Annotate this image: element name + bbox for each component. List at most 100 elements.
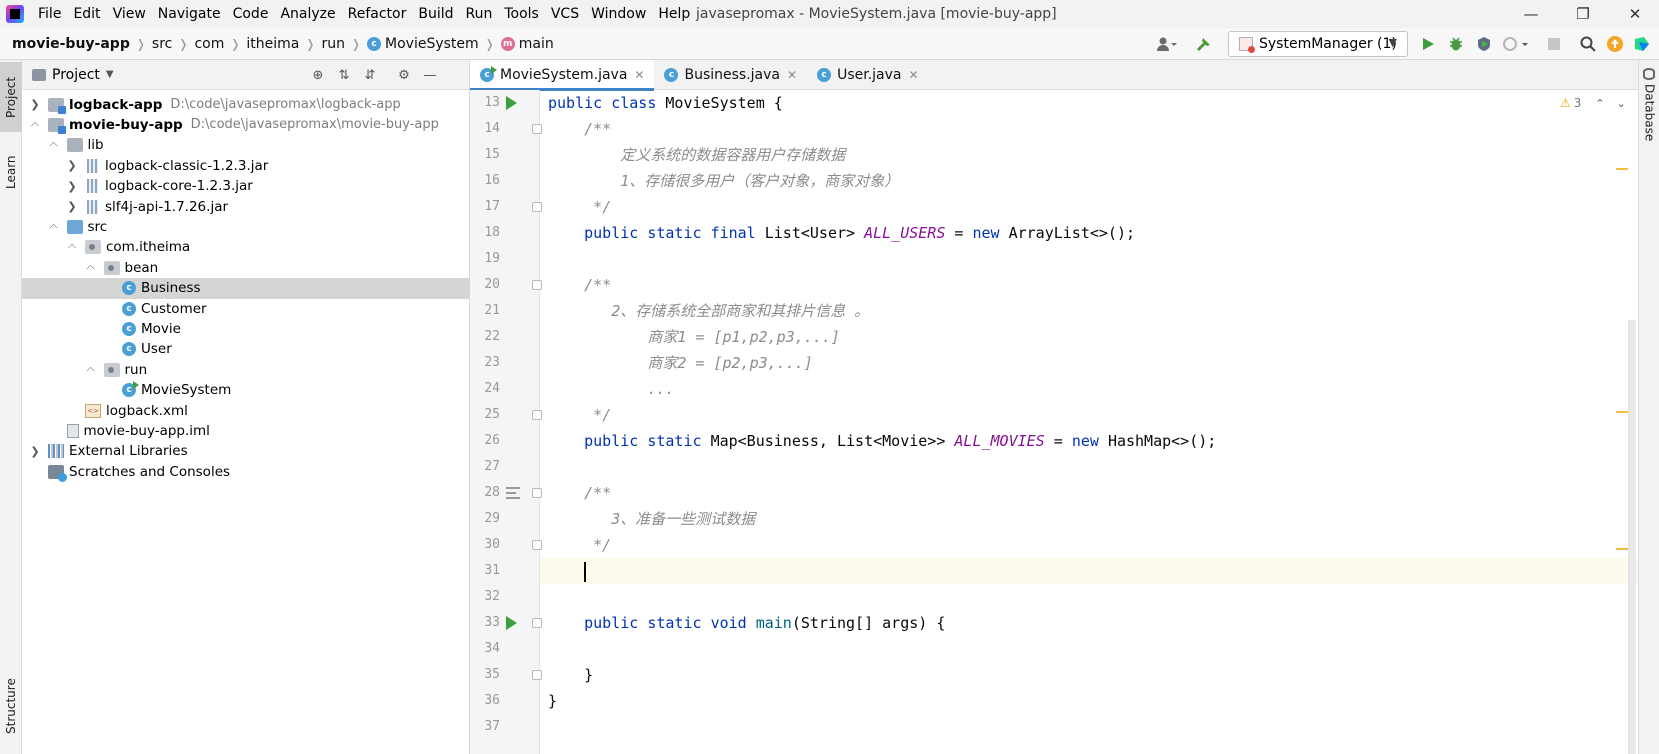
expand-all-icon[interactable]: ⇅ — [336, 67, 352, 83]
code-line[interactable]: 商家1 = [p1,p2,p3,...] — [540, 324, 1638, 350]
warning-stripe-mark[interactable] — [1616, 168, 1628, 170]
tree-item[interactable]: c Movie — [22, 318, 470, 339]
editor-tab[interactable]: c User.java ✕ — [807, 60, 928, 90]
previous-highlight-icon[interactable]: ⌃ — [1595, 97, 1604, 110]
breadcrumb-item[interactable]: itheima — [246, 36, 299, 52]
menu-item-code[interactable]: Code — [227, 0, 275, 28]
close-icon[interactable]: ✕ — [1612, 0, 1658, 28]
tree-item[interactable]: ❯ logback-core-1.2.3.jar — [22, 176, 470, 197]
breadcrumb-item[interactable]: com — [194, 36, 224, 52]
minimize-icon[interactable]: — — [1508, 0, 1554, 28]
code-line[interactable]: /** — [540, 480, 1638, 506]
tree-item[interactable]: ❯ slf4j-api-1.7.26.jar — [22, 196, 470, 217]
code-line[interactable] — [540, 714, 1638, 740]
chevron-down-icon[interactable]: ⌵ — [28, 118, 42, 132]
hide-panel-icon[interactable]: — — [422, 67, 438, 83]
restore-icon[interactable]: ❐ — [1560, 0, 1606, 28]
tree-item[interactable]: ⌵ run — [22, 359, 470, 380]
warning-stripe-mark[interactable] — [1616, 548, 1628, 550]
menu-item-vcs[interactable]: VCS — [545, 0, 585, 28]
tree-item[interactable]: ⌵ lib — [22, 135, 470, 156]
build-hammer-icon[interactable] — [1196, 36, 1212, 52]
breadcrumb-item[interactable]: c MovieSystem — [367, 36, 479, 52]
tree-item[interactable]: ⌵ movie-buy-app D:\code\javasepromax\movie… — [22, 114, 470, 135]
menu-item-navigate[interactable]: Navigate — [152, 0, 227, 28]
tree-item[interactable]: <> logback.xml — [22, 400, 470, 421]
rendered-doc-toggle-icon[interactable] — [506, 487, 520, 499]
tree-item[interactable]: ❯ logback-app D:\code\javasepromax\logback… — [22, 94, 470, 115]
locate-file-icon[interactable]: ⊕ — [310, 67, 326, 83]
chevron-down-icon[interactable]: ⌵ — [65, 240, 79, 254]
code-line[interactable]: 定义系统的数据容器用户存储数据 — [540, 142, 1638, 168]
code-line[interactable]: */ — [540, 532, 1638, 558]
tool-tab-project[interactable]: Project — [0, 62, 22, 132]
close-tab-icon[interactable]: ✕ — [634, 68, 644, 82]
chevron-right-icon[interactable]: ❯ — [65, 180, 79, 193]
chevron-right-icon[interactable]: ❯ — [65, 200, 79, 213]
chevron-down-icon[interactable]: ⌵ — [84, 261, 98, 275]
menu-item-help[interactable]: Help — [652, 0, 696, 28]
tool-tab-database[interactable]: Database — [1639, 84, 1659, 174]
jetbrains-toolbox-icon[interactable] — [1634, 36, 1650, 52]
vertical-scrollbar[interactable] — [1628, 320, 1636, 754]
profile-dropdown-icon[interactable] — [1502, 36, 1530, 52]
menu-item-edit[interactable]: Edit — [67, 0, 106, 28]
run-icon[interactable] — [1420, 36, 1436, 52]
code-line[interactable]: */ — [540, 194, 1638, 220]
code-line[interactable]: */ — [540, 402, 1638, 428]
breadcrumb-item[interactable]: movie-buy-app — [12, 36, 130, 52]
project-panel-title[interactable]: Project — [52, 67, 100, 83]
code-line[interactable]: 2、存储系统全部商家和其排片信息 。 — [540, 298, 1638, 324]
tool-tab-learn[interactable]: Learn — [0, 140, 22, 204]
tree-item[interactable]: c Business — [22, 277, 470, 299]
code-line[interactable]: 3、准备一些测试数据 — [540, 506, 1638, 532]
warning-stripe-mark[interactable] — [1616, 411, 1628, 413]
menu-item-tools[interactable]: Tools — [498, 0, 545, 28]
tree-item[interactable]: c Customer — [22, 298, 470, 319]
menu-item-refactor[interactable]: Refactor — [342, 0, 413, 28]
collapse-all-icon[interactable]: ⇵ — [362, 67, 378, 83]
gutter-run-icon[interactable] — [506, 96, 517, 110]
chevron-down-icon[interactable]: ⌵ — [47, 138, 61, 152]
tree-item[interactable]: movie-buy-app.iml — [22, 420, 470, 441]
tree-item[interactable]: ❯ External Libraries — [22, 441, 470, 462]
menu-item-run[interactable]: Run — [460, 0, 499, 28]
chevron-down-icon[interactable]: ▼ — [106, 69, 114, 80]
tree-item[interactable]: c User — [22, 339, 470, 360]
tree-item[interactable]: ⌵ src — [22, 216, 470, 237]
code-line[interactable] — [540, 454, 1638, 480]
tree-item[interactable]: c MovieSystem — [22, 380, 470, 401]
gear-icon[interactable]: ⚙ — [396, 67, 412, 83]
code-line[interactable] — [540, 584, 1638, 610]
tree-item[interactable]: ❯ logback-classic-1.2.3.jar — [22, 155, 470, 176]
code-area[interactable]: public class MovieSystem { /** 定义系统的数据容器… — [540, 90, 1638, 754]
code-line[interactable]: /** — [540, 116, 1638, 142]
code-line[interactable]: 商家2 = [p2,p3,...] — [540, 350, 1638, 376]
chevron-right-icon[interactable]: ❯ — [65, 159, 79, 172]
chevron-down-icon[interactable]: ⌵ — [47, 220, 61, 234]
menu-item-file[interactable]: File — [32, 0, 67, 28]
debug-icon[interactable] — [1448, 36, 1464, 52]
close-tab-icon[interactable]: ✕ — [787, 68, 797, 82]
run-configuration-dropdown[interactable]: SystemManager (1) ▼ — [1228, 31, 1408, 57]
code-line[interactable]: 1、存储很多用户（客户对象，商家对象） — [540, 168, 1638, 194]
code-line[interactable]: /** — [540, 272, 1638, 298]
search-icon[interactable] — [1580, 36, 1596, 52]
editor-tab[interactable]: c Business.java ✕ — [654, 60, 807, 90]
code-line[interactable]: public static Map<Business, List<Movie>>… — [540, 428, 1638, 454]
stop-icon[interactable] — [1546, 36, 1562, 52]
code-line[interactable]: public static final List<User> ALL_USERS… — [540, 220, 1638, 246]
menu-item-window[interactable]: Window — [585, 0, 652, 28]
chevron-down-icon[interactable]: ⌵ — [84, 363, 98, 377]
tree-item[interactable]: ⌵ com.itheima — [22, 237, 470, 258]
chevron-right-icon[interactable]: ❯ — [28, 445, 42, 458]
tool-tab-structure[interactable]: Structure — [0, 660, 22, 752]
close-tab-icon[interactable]: ✕ — [909, 68, 919, 82]
tree-item[interactable]: Scratches and Consoles — [22, 461, 470, 482]
breadcrumb-item[interactable]: m main — [500, 36, 554, 52]
update-icon[interactable] — [1607, 36, 1623, 52]
code-line[interactable]: public static void main(String[] args) { — [540, 610, 1638, 636]
code-line[interactable] — [540, 636, 1638, 662]
code-line[interactable]: ... — [540, 376, 1638, 402]
code-line[interactable]: } — [540, 662, 1638, 688]
